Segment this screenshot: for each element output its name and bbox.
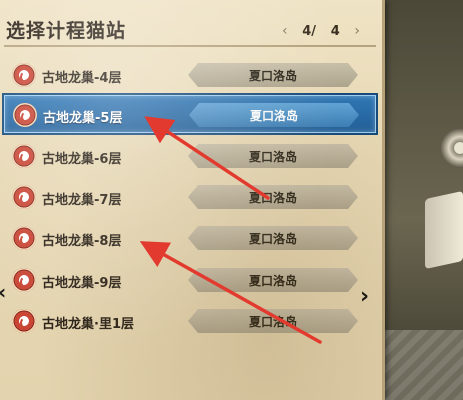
station-name: 古地龙巢-6层	[42, 152, 122, 167]
station-row[interactable]: 古地龙巢-6层 夏口洛岛	[4, 137, 376, 175]
station-name: 古地龙巢·里1层	[42, 317, 134, 332]
page-total: 4	[330, 23, 340, 39]
destination-tag: 夏口洛岛	[188, 185, 358, 209]
scroll-right-icon[interactable]: ›	[360, 284, 369, 309]
destination-tag: 夏口洛岛	[189, 103, 359, 127]
palico-station-icon	[12, 309, 36, 333]
palico-station-icon	[12, 185, 36, 209]
destination-tag: 夏口洛岛	[188, 309, 358, 333]
palico-station-icon	[12, 226, 36, 250]
palico-station-icon	[12, 63, 36, 87]
panel-title: 选择计程猫站	[6, 20, 127, 42]
station-name: 古地龙巢-9层	[42, 276, 122, 291]
destination-tag: 夏口洛岛	[188, 63, 358, 87]
next-page-icon[interactable]: ›	[354, 23, 360, 39]
station-row[interactable]: 古地龙巢-8层 夏口洛岛	[4, 219, 376, 257]
station-select-panel: 选择计程猫站 ‹ 4/ 4 › 古地龙巢-4层 夏口洛岛 古地龙巢-5层 夏口洛…	[0, 0, 385, 400]
palico-station-icon	[13, 103, 37, 127]
destination-name: 夏口洛岛	[248, 314, 297, 329]
palico-station-icon	[12, 144, 36, 168]
station-row[interactable]: 古地龙巢-4层 夏口洛岛	[4, 56, 376, 94]
station-name: 古地龙巢-5层	[43, 111, 123, 126]
prev-page-icon[interactable]: ‹	[282, 23, 288, 39]
destination-name: 夏口洛岛	[248, 273, 297, 288]
destination-name: 夏口洛岛	[248, 190, 297, 205]
destination-name: 夏口洛岛	[249, 108, 298, 123]
page-current: 4/	[302, 23, 317, 39]
destination-name: 夏口洛岛	[248, 68, 297, 83]
station-row-selected[interactable]: 古地龙巢-5层 夏口洛岛	[4, 95, 376, 133]
station-name: 古地龙巢-4层	[42, 71, 122, 86]
station-row[interactable]: 古地龙巢·里1层 夏口洛岛	[4, 302, 376, 340]
station-row[interactable]: 古地龙巢-9层 夏口洛岛	[4, 261, 376, 299]
destination-tag: 夏口洛岛	[188, 268, 358, 292]
palico-station-icon	[12, 268, 36, 292]
page-indicator: ‹ 4/ 4 ›	[282, 22, 360, 40]
station-row[interactable]: 古地龙巢-7层 夏口洛岛	[4, 178, 376, 216]
destination-tag: 夏口洛岛	[188, 226, 358, 250]
destination-name: 夏口洛岛	[248, 231, 297, 246]
station-name: 古地龙巢-7层	[42, 193, 122, 208]
scroll-left-icon[interactable]: ‹	[0, 280, 6, 304]
station-name: 古地龙巢-8层	[42, 234, 122, 249]
destination-tag: 夏口洛岛	[188, 144, 358, 168]
destination-name: 夏口洛岛	[248, 149, 297, 164]
header-divider	[4, 45, 376, 47]
background-object	[425, 190, 463, 270]
